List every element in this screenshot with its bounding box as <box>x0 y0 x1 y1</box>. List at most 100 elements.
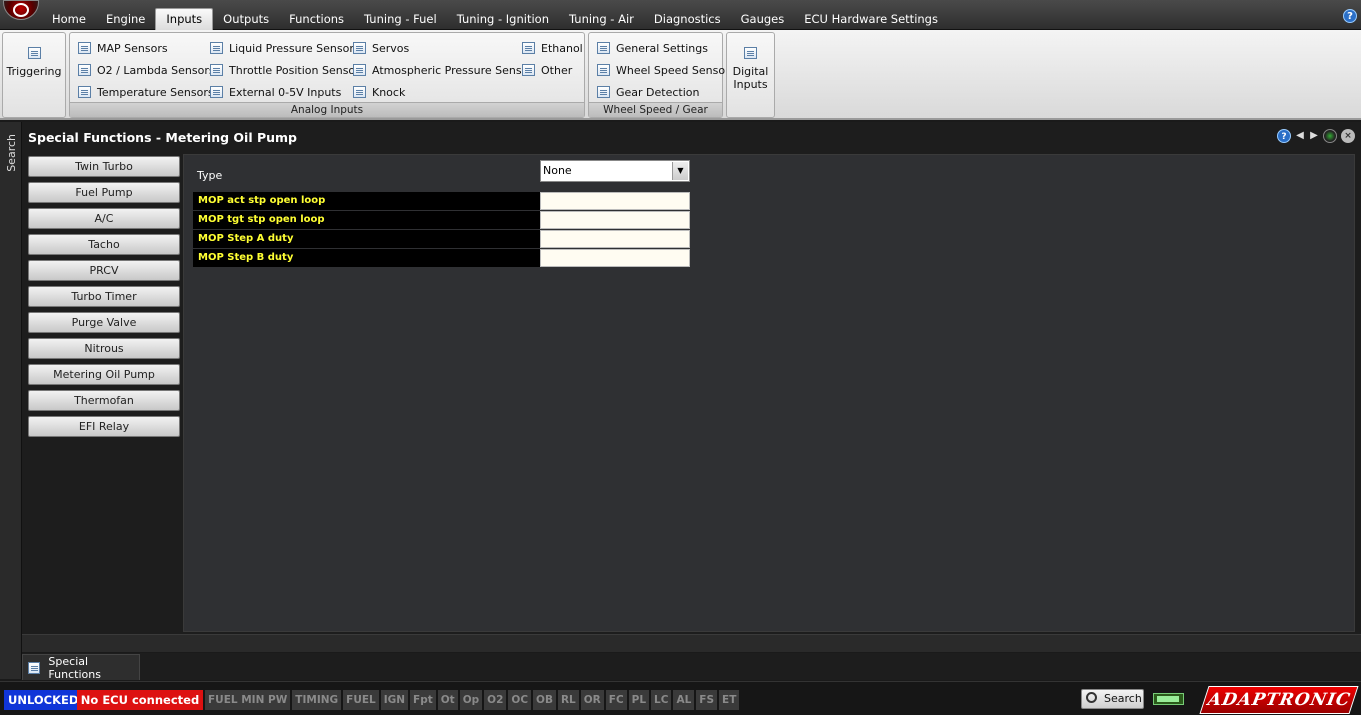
ribbon-item-knock[interactable]: Knock <box>353 83 405 101</box>
param-label: MOP Step A duty <box>193 230 540 248</box>
type-label: Type <box>197 169 223 182</box>
special-functions-panel: Special Functions - Metering Oil Pump ? … <box>22 122 1361 652</box>
forward-arrow-icon[interactable]: ▶ <box>1309 129 1319 143</box>
document-icon <box>28 661 41 674</box>
prcv-button[interactable]: PRCV <box>28 260 180 281</box>
document-icon <box>210 42 223 54</box>
tab-home[interactable]: Home <box>42 8 96 30</box>
param-value-field[interactable] <box>540 230 690 248</box>
document-icon <box>210 64 223 76</box>
chevron-down-icon[interactable]: ▼ <box>672 162 688 180</box>
param-label: MOP Step B duty <box>193 249 540 267</box>
panel-help-icon[interactable]: ? <box>1277 129 1291 143</box>
ribbon-item-label: Gear Detection <box>616 85 700 99</box>
side-search-strip[interactable]: Search <box>0 122 22 679</box>
document-icon <box>78 86 91 98</box>
ribbon-item-external-inputs[interactable]: External 0-5V Inputs <box>210 83 341 101</box>
param-row: MOP Step B duty <box>193 249 690 267</box>
search-icon <box>1086 692 1097 703</box>
flag-fuel: FUEL <box>343 690 379 710</box>
tab-inputs[interactable]: Inputs <box>155 8 214 30</box>
ribbon-item-servos[interactable]: Servos <box>353 39 409 57</box>
document-icon <box>353 42 366 54</box>
app-logo-icon[interactable] <box>3 0 39 20</box>
turbo-timer-button[interactable]: Turbo Timer <box>28 286 180 307</box>
settings-content: Type None ▼ MOP act stp open loop MOP tg… <box>183 154 1355 632</box>
search-button[interactable]: Search <box>1081 689 1144 709</box>
metering-oil-pump-button[interactable]: Metering Oil Pump <box>28 364 180 385</box>
triggering-button[interactable]: Triggering <box>3 33 65 117</box>
ribbon-item-temperature-sensors[interactable]: Temperature Sensors <box>78 83 214 101</box>
help-icon[interactable]: ? <box>1343 9 1357 23</box>
battery-icon <box>1153 693 1184 705</box>
type-select[interactable]: None ▼ <box>540 160 690 182</box>
tab-ecu-hardware-settings[interactable]: ECU Hardware Settings <box>794 8 948 30</box>
document-icon <box>78 64 91 76</box>
ribbon-group-label: Analog Inputs <box>70 102 584 117</box>
ribbon-item-ethanol[interactable]: Ethanol <box>522 39 583 57</box>
ac-button[interactable]: A/C <box>28 208 180 229</box>
flag-fs: FS <box>696 690 718 710</box>
brand-logo: ADAPTRONIC <box>1199 686 1359 714</box>
flag-op: Op <box>459 690 483 710</box>
gauge-icon[interactable] <box>1323 129 1337 143</box>
document-icon <box>597 86 610 98</box>
close-icon[interactable]: × <box>1341 129 1355 143</box>
efi-relay-button[interactable]: EFI Relay <box>28 416 180 437</box>
ecu-connection-status: No ECU connected <box>77 690 203 710</box>
param-row: MOP Step A duty <box>193 230 690 248</box>
document-icon <box>78 42 91 54</box>
tab-special-functions[interactable]: Special Functions <box>22 654 140 681</box>
ribbon-item-label: External 0-5V Inputs <box>229 85 342 99</box>
ribbon-item-label: Throttle Position Sensor <box>229 63 360 77</box>
tab-diagnostics[interactable]: Diagnostics <box>644 8 731 30</box>
tab-outputs[interactable]: Outputs <box>213 8 279 30</box>
tab-tuning-ignition[interactable]: Tuning - Ignition <box>447 8 559 30</box>
tab-engine[interactable]: Engine <box>96 8 155 30</box>
ribbon-item-label: O2 / Lambda Sensors <box>97 63 215 77</box>
ribbon-group-digital-inputs: Digital Inputs <box>726 32 775 118</box>
nitrous-button[interactable]: Nitrous <box>28 338 180 359</box>
ribbon-item-wheel-speed-sensor[interactable]: Wheel Speed Sensor <box>597 61 730 79</box>
function-list: Twin Turbo Fuel Pump A/C Tacho PRCV Turb… <box>28 156 180 442</box>
ribbon-item-o2-lambda-sensors[interactable]: O2 / Lambda Sensors <box>78 61 215 79</box>
side-search-label[interactable]: Search <box>5 134 18 172</box>
type-select-value: None <box>543 164 572 177</box>
flag-ign: IGN <box>380 690 409 710</box>
tab-tuning-fuel[interactable]: Tuning - Fuel <box>354 8 447 30</box>
ribbon-item-atmospheric-pressure-sensor[interactable]: Atmospheric Pressure Sensor <box>353 61 533 79</box>
flag-or: OR <box>580 690 604 710</box>
param-value-field[interactable] <box>540 211 690 229</box>
ribbon-item-general-settings[interactable]: General Settings <box>597 39 708 57</box>
ribbon-item-other[interactable]: Other <box>522 61 572 79</box>
panel-title: Special Functions - Metering Oil Pump <box>28 130 297 145</box>
tab-tuning-air[interactable]: Tuning - Air <box>559 8 644 30</box>
flag-oc: OC <box>508 690 532 710</box>
tab-functions[interactable]: Functions <box>279 8 354 30</box>
ribbon-item-map-sensors[interactable]: MAP Sensors <box>78 39 168 57</box>
tab-gauges[interactable]: Gauges <box>731 8 795 30</box>
tacho-button[interactable]: Tacho <box>28 234 180 255</box>
ribbon-item-gear-detection[interactable]: Gear Detection <box>597 83 700 101</box>
ribbon-group-wheel-speed: General Settings Wheel Speed Sensor Gear… <box>588 32 730 118</box>
digital-inputs-button[interactable]: Digital Inputs <box>727 33 774 117</box>
flag-ob: OB <box>533 690 556 710</box>
param-value-field[interactable] <box>540 192 690 210</box>
document-icon <box>744 47 757 59</box>
document-icon <box>522 64 535 76</box>
back-arrow-icon[interactable]: ◀ <box>1295 129 1305 143</box>
ribbon-item-liquid-pressure-sensors[interactable]: Liquid Pressure Sensors <box>210 39 360 57</box>
ribbon-item-throttle-position-sensor[interactable]: Throttle Position Sensor <box>210 61 360 79</box>
thermofan-button[interactable]: Thermofan <box>28 390 180 411</box>
panel-footer <box>22 634 1361 652</box>
brand-logo-text: ADAPTRONIC <box>1205 690 1353 710</box>
purge-valve-button[interactable]: Purge Valve <box>28 312 180 333</box>
document-icon <box>210 86 223 98</box>
fuel-pump-button[interactable]: Fuel Pump <box>28 182 180 203</box>
param-value-field[interactable] <box>540 249 690 267</box>
flag-lc: LC <box>651 690 672 710</box>
param-row: MOP act stp open loop <box>193 192 690 210</box>
ribbon-item-label: Atmospheric Pressure Sensor <box>372 63 533 77</box>
flag-fpt: Fpt <box>410 690 436 710</box>
twin-turbo-button[interactable]: Twin Turbo <box>28 156 180 177</box>
